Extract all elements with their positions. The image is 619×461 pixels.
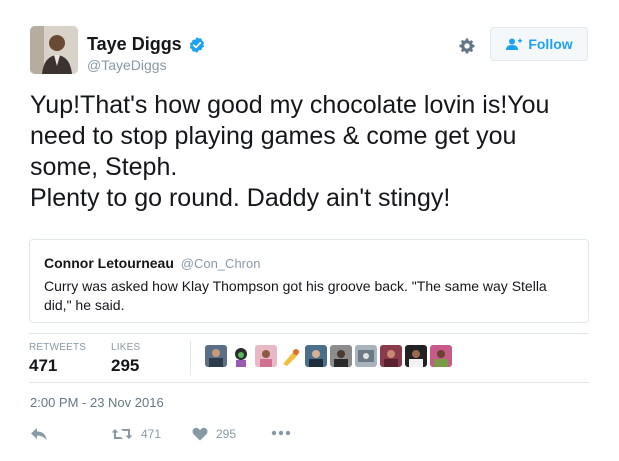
liker-avatar[interactable] (430, 345, 452, 367)
quoted-author-name: Connor Letourneau (44, 255, 174, 271)
stats-top-divider (29, 333, 589, 334)
liker-avatar[interactable] (205, 345, 227, 367)
tweet-line: Plenty to go round. Daddy ain't stingy! (30, 184, 451, 212)
stats-bottom-divider (29, 382, 589, 383)
tweet-line: Yup!That's how good my chocolate lovin i… (30, 91, 550, 119)
retweet-icon (111, 429, 133, 439)
quoted-tweet-author: Connor Letourneau @Con_Chron (44, 255, 260, 271)
liker-avatars (205, 345, 452, 367)
author-handle[interactable]: @TayeDiggs (87, 57, 167, 73)
retweet-count: 471 (141, 427, 162, 441)
author-display-name[interactable]: Taye Diggs (87, 34, 206, 55)
likes-stat[interactable]: LIKES 295 (111, 342, 140, 376)
like-button[interactable]: 295 (192, 427, 236, 441)
follow-button[interactable]: Follow (490, 27, 588, 61)
liker-avatar[interactable] (330, 345, 352, 367)
author-name-text[interactable]: Taye Diggs (87, 34, 182, 55)
author-avatar[interactable] (30, 26, 78, 74)
liker-avatar[interactable] (280, 345, 302, 367)
liker-avatar[interactable] (255, 345, 277, 367)
liker-avatar[interactable] (230, 345, 252, 367)
follow-button-label: Follow (528, 36, 573, 52)
add-user-icon (506, 38, 523, 50)
retweet-button[interactable]: 471 (111, 427, 161, 441)
like-count: 295 (216, 427, 237, 441)
quoted-tweet[interactable]: Connor Letourneau @Con_Chron Curry was a… (29, 239, 589, 323)
tweet-line: need to stop playing games & come get yo… (30, 122, 517, 150)
liker-avatar[interactable] (305, 345, 327, 367)
tweet-text: Yup!That's how good my chocolate lovin i… (30, 90, 590, 214)
heart-icon (192, 427, 208, 441)
retweets-label: RETWEETS (29, 342, 87, 353)
more-button[interactable] (271, 430, 291, 436)
retweets-count: 471 (29, 356, 58, 375)
liker-avatar[interactable] (405, 345, 427, 367)
liker-avatar[interactable] (380, 345, 402, 367)
quoted-tweet-text: Curry was asked how Klay Thompson got hi… (44, 278, 547, 313)
tweet-timestamp[interactable]: 2:00 PM - 23 Nov 2016 (30, 395, 164, 410)
reply-icon (31, 428, 47, 440)
likes-count: 295 (111, 356, 140, 375)
stats-separator (190, 341, 191, 375)
retweets-stat[interactable]: RETWEETS 471 (29, 342, 86, 376)
reply-button[interactable] (30, 427, 48, 441)
tweet-line: some, Steph. (30, 153, 178, 181)
likes-label: LIKES (111, 342, 141, 353)
liker-avatar[interactable] (355, 345, 377, 367)
quoted-author-handle: @Con_Chron (180, 256, 261, 271)
verified-badge-icon (189, 36, 204, 53)
more-dots-icon (271, 430, 291, 436)
gear-icon[interactable] (458, 37, 476, 55)
